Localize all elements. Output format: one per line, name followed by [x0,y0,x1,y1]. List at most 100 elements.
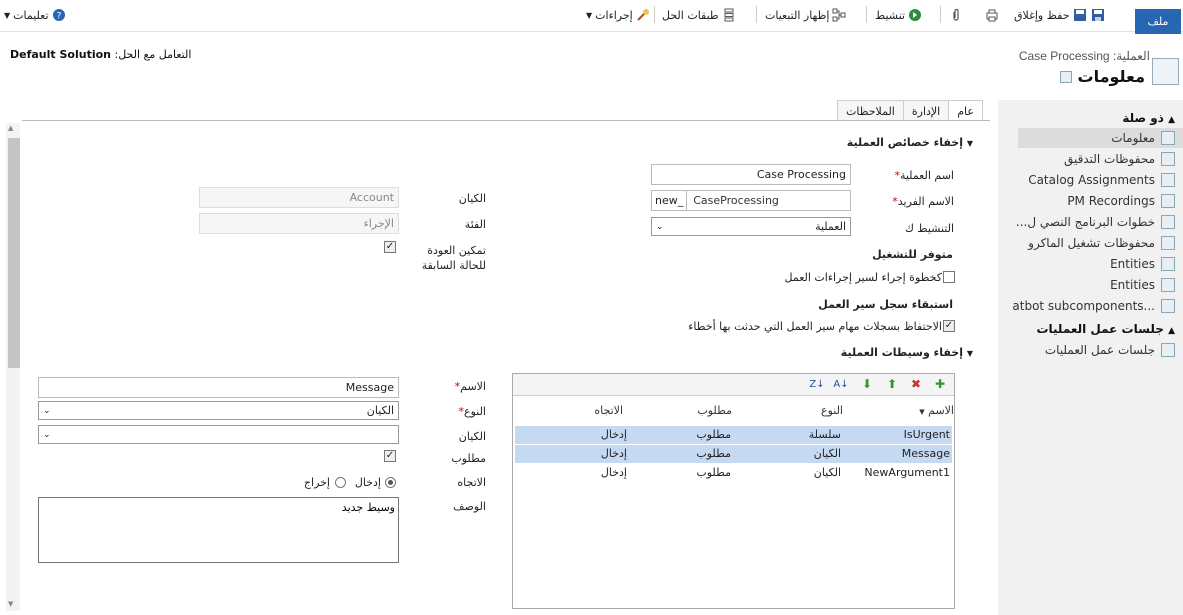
direction-out-radio[interactable] [335,477,346,488]
arg-description-field[interactable]: وسيط جديد [38,497,399,563]
unique-name-field[interactable]: new_ CaseProcessing [651,190,851,211]
scrollbar-thumb[interactable] [8,138,20,368]
sessions-section-title[interactable]: ▲ جلسات عمل العمليات [1036,322,1175,336]
solution-name: Default Solution [10,48,111,61]
activate-button[interactable]: تنشيط [875,6,922,24]
arguments-section-toggle[interactable]: ▼ إخفاء وسيطات العملية [841,346,973,359]
arg-entity-label: الكيان [458,430,486,443]
column-header-type[interactable]: النوع [821,404,843,417]
save-icon [1091,9,1104,21]
retention-checkbox[interactable]: ✓ [943,320,955,332]
nav-item-macro-history[interactable]: محفوظات تشغيل الماكرو [1018,233,1183,253]
tab-administration[interactable]: الإدارة [902,100,950,121]
column-header-name[interactable]: الاسم ▼ [919,404,954,417]
move-up-icon[interactable]: ⬆ [885,377,899,391]
direction-in-radio[interactable] [385,477,396,488]
help-menu[interactable]: ? تعليمات ▼ [4,6,66,24]
nav-item-label: Catalog Assignments [1028,173,1155,187]
toolbar-separator [866,6,867,23]
cell-type: سلسلة [808,428,841,441]
sort-indicator-icon: ▼ [919,408,925,416]
layers-icon [724,8,734,22]
svg-text:?: ? [56,12,61,22]
collapse-triangle-icon: ▼ [966,139,973,148]
cell-required: مطلوب [696,428,731,441]
cell-name: IsUrgent [903,428,950,441]
nav-item-label: ...atbot subcomponents [1012,299,1155,313]
chevron-down-icon: ▼ [586,10,593,20]
process-name-label: اسم العملية* [894,169,954,182]
solution-layers-button[interactable]: طبقات الحل [662,6,736,24]
save-close-icon [1073,9,1086,21]
related-section-title[interactable]: ▲ ذو صلة [1122,111,1175,125]
nav-item-entities-1[interactable]: Entities [1018,254,1183,274]
expand-triangle-icon: ▲ [1168,115,1175,125]
column-header-direction[interactable]: الاتجاه [594,404,623,417]
sort-ascending-icon[interactable]: A↓ [833,377,848,391]
nav-item-entities-2[interactable]: Entities [1018,275,1183,295]
category-label: الفئة [464,218,486,231]
chevron-down-icon: ⌄ [43,429,51,440]
column-header-required[interactable]: مطلوب [697,404,732,417]
gear-icon [1161,194,1175,208]
arg-description-label: الوصف [453,500,486,513]
nav-item-audit-history[interactable]: محفوظات التدقيق [1018,149,1183,169]
attach-button[interactable] [949,6,963,24]
rollback-label-line1: تمكين العودة [427,244,486,257]
unique-name-prefix: new_ [652,191,688,210]
chevron-down-icon: ⌄ [656,221,664,232]
nav-item-script-steps[interactable]: خطوات البرنامج النصي ل... [1016,212,1183,232]
scroll-down-icon[interactable]: ▼ [8,600,13,608]
help-icon: ? [52,9,65,22]
scroll-up-icon[interactable]: ▲ [8,124,13,132]
nav-item-chatbot-subcomponents[interactable]: ...atbot subcomponents [1012,296,1183,316]
available-label: متوفر للتشغيل [872,248,953,261]
dependencies-icon [832,8,846,22]
properties-section-toggle[interactable]: ▼ إخفاء خصائص العملية [847,136,973,149]
nav-item-catalog-assignments[interactable]: Catalog Assignments [1018,170,1183,190]
nav-item-information[interactable]: معلومات [1018,128,1183,148]
form-tabs: عام الإدارة الملاحظات [837,100,983,121]
tab-notes[interactable]: الملاحظات [837,100,904,121]
arg-name-label: الاسم* [454,380,486,393]
sort-descending-icon[interactable]: Z↓ [809,377,824,391]
table-row[interactable]: NewArgument1 الكيان مطلوب إدخال [515,464,952,482]
arguments-section-title: إخفاء وسيطات العملية [840,346,963,359]
actions-icon [637,9,649,21]
toolbar-separator [654,6,655,23]
add-icon[interactable]: ✚ [933,377,947,391]
gear-icon [1161,215,1175,229]
gear-icon [1161,173,1175,187]
nav-item-process-sessions[interactable]: جلسات عمل العمليات [1018,340,1183,360]
rollback-label-line2: للحالة السابقة [421,259,486,272]
unique-name-value: CaseProcessing [693,194,779,207]
rollback-checkbox[interactable]: ✓ [384,241,396,253]
nav-item-pm-recordings[interactable]: PM Recordings [1018,191,1183,211]
file-button[interactable]: ملف [1135,9,1181,34]
available-checkbox[interactable] [943,271,955,283]
show-dependencies-button[interactable]: إظهار التبعيات [765,6,846,24]
related-title: ذو صلة [1122,111,1164,125]
arg-name-field[interactable]: Message [38,377,399,398]
process-name-field[interactable]: Case Processing [651,164,851,185]
entity-subtitle: العملية: Case Processing [1018,49,1150,63]
activate-as-select[interactable]: العملية ⌄ [651,217,851,236]
arg-type-select[interactable]: الكيان ⌄ [38,401,399,420]
arg-required-label: مطلوب [451,452,486,465]
expand-triangle-icon: ▲ [1168,326,1175,336]
tab-general[interactable]: عام [948,100,983,121]
save-close-button[interactable]: حفظ وإغلاق [1014,6,1087,24]
arg-required-checkbox[interactable]: ✓ [384,450,396,462]
print-button[interactable] [985,6,999,24]
tab-divider [22,120,990,121]
delete-icon[interactable]: ✖ [909,377,923,391]
session-icon [1161,343,1175,357]
category-field: الإجراء [199,213,399,234]
arg-entity-select[interactable]: ⌄ [38,425,399,444]
table-row[interactable]: IsUrgent سلسلة مطلوب إدخال [515,426,952,444]
move-down-icon[interactable]: ⬇ [860,377,874,391]
audit-icon [1161,152,1175,166]
actions-menu[interactable]: إجراءات ▼ [586,6,650,24]
nav-item-label: محفوظات تشغيل الماكرو [1028,236,1155,250]
table-row[interactable]: Message الكيان مطلوب إدخال [515,445,952,463]
